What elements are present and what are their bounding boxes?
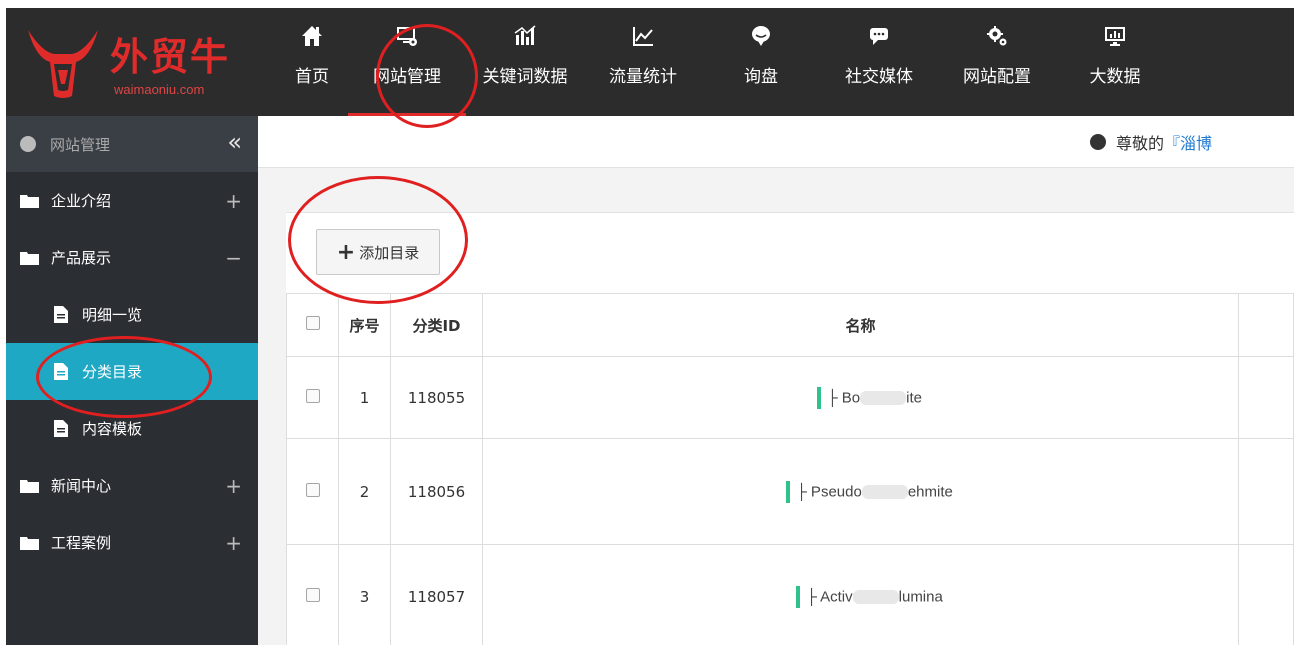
- document-icon: [54, 363, 68, 380]
- row-name[interactable]: ├ Pseudo ehmite: [482, 438, 1239, 545]
- user-group-icon: [20, 136, 36, 152]
- sidebar-item-label: 产品展示: [51, 249, 112, 267]
- line-chart-icon: [631, 24, 655, 48]
- redacted-text: [860, 390, 907, 405]
- row-index: 1: [338, 356, 391, 439]
- notice-prefix: 尊敬的: [1116, 134, 1165, 153]
- row-index: 2: [338, 438, 391, 545]
- sidebar-item-label: 新闻中心: [51, 477, 112, 495]
- select-all-checkbox[interactable]: [305, 316, 320, 330]
- sidebar-item-projects[interactable]: 工程案例 +: [6, 514, 258, 571]
- main-content: 尊敬的 『淄博 + 添加目录 序号 分类ID 名称 1 118055 ├ Bo …: [258, 116, 1294, 645]
- logo-subtitle: waimaoniu.com: [114, 82, 205, 97]
- top-bar: 外贸牛 waimaoniu.com 首页 网站管理 关键词数据 流量统计 询盘 …: [6, 8, 1294, 116]
- redacted-text: [852, 589, 899, 604]
- comment-icon: [867, 24, 891, 48]
- nav-keyword-data[interactable]: 关键词数据: [466, 8, 584, 116]
- sidebar-subitem-label: 分类目录: [82, 363, 143, 381]
- row-select-cell: [286, 544, 339, 645]
- info-icon: [1090, 134, 1106, 150]
- add-directory-label: 添加目录: [359, 243, 420, 262]
- table-row: 1 118055 ├ Bo ite: [286, 356, 1294, 439]
- row-extra: [1238, 438, 1294, 545]
- expand-icon[interactable]: +: [225, 531, 242, 555]
- category-table: 序号 分类ID 名称 1 118055 ├ Bo ite 2 118056 ├ P: [286, 293, 1294, 645]
- tree-indicator: [786, 480, 791, 503]
- row-index: 3: [338, 544, 391, 645]
- home-icon: [300, 24, 324, 48]
- column-index: 序号: [338, 293, 391, 357]
- logo-title: 外贸牛: [110, 35, 231, 79]
- table-row: 2 118056 ├ Pseudo ehmite: [286, 438, 1294, 545]
- sidebar: 网站管理 « 企业介绍 + 产品展示 − 明细一览 分类目录 内容模板 新闻中心…: [6, 116, 258, 645]
- chat-bubble-icon: [749, 24, 773, 48]
- gears-icon: [985, 24, 1009, 48]
- row-category-id: 118057: [390, 544, 483, 645]
- plus-icon: +: [336, 239, 356, 265]
- column-category-id: 分类ID: [390, 293, 483, 357]
- sidebar-item-company-intro[interactable]: 企业介绍 +: [6, 172, 258, 229]
- row-name[interactable]: ├ Bo ite: [482, 356, 1239, 439]
- row-category-id: 118056: [390, 438, 483, 545]
- row-select-cell: [286, 356, 339, 439]
- logo[interactable]: 外贸牛 waimaoniu.com: [6, 8, 258, 116]
- nav-traffic-stats[interactable]: 流量统计: [584, 8, 702, 116]
- document-icon: [54, 306, 68, 323]
- folder-icon: [20, 194, 39, 208]
- category-panel: + 添加目录 序号 分类ID 名称 1 118055 ├ Bo ite 2 11…: [286, 212, 1294, 645]
- sidebar-item-news-center[interactable]: 新闻中心 +: [6, 457, 258, 514]
- tree-indicator: [817, 386, 821, 409]
- sidebar-subitem-label: 明细一览: [82, 306, 143, 324]
- bull-logo-icon: [28, 30, 98, 98]
- sidebar-header: 网站管理 «: [6, 116, 258, 172]
- row-extra: [1238, 544, 1294, 645]
- row-checkbox[interactable]: [305, 388, 320, 403]
- select-all-cell: [286, 293, 339, 357]
- bar-chart-icon: [513, 24, 537, 48]
- nav-site-config[interactable]: 网站配置: [938, 8, 1056, 116]
- redacted-text: [861, 484, 908, 499]
- sidebar-subitem-content-template[interactable]: 内容模板: [6, 400, 258, 457]
- column-name: 名称: [482, 293, 1239, 357]
- sidebar-item-products[interactable]: 产品展示 −: [6, 229, 258, 286]
- table-row: 3 118057 ├ Activ lumina: [286, 544, 1294, 645]
- expand-icon[interactable]: +: [225, 189, 242, 213]
- add-directory-button[interactable]: + 添加目录: [316, 229, 440, 275]
- row-extra: [1238, 356, 1294, 439]
- nav-website-management[interactable]: 网站管理: [348, 8, 466, 116]
- row-name[interactable]: ├ Activ lumina: [482, 544, 1239, 645]
- sidebar-item-label: 工程案例: [51, 534, 112, 552]
- sidebar-subitem-label: 内容模板: [82, 420, 143, 438]
- screen-chart-icon: [1103, 24, 1127, 48]
- folder-icon: [20, 536, 39, 550]
- sidebar-item-label: 企业介绍: [51, 192, 112, 210]
- sidebar-subitem-category-directory[interactable]: 分类目录: [6, 343, 258, 400]
- nav-home[interactable]: 首页: [276, 8, 348, 116]
- table-header-row: 序号 分类ID 名称: [286, 293, 1294, 357]
- row-checkbox[interactable]: [305, 587, 320, 602]
- sidebar-subitem-detail-list[interactable]: 明细一览: [6, 286, 258, 343]
- monitor-gear-icon: [395, 24, 419, 48]
- row-category-id: 118055: [390, 356, 483, 439]
- row-select-cell: [286, 438, 339, 545]
- nav-inquiries[interactable]: 询盘: [702, 8, 820, 116]
- folder-icon: [20, 251, 39, 265]
- document-icon: [54, 420, 68, 437]
- column-extra: [1238, 293, 1294, 357]
- notice-bar: 尊敬的 『淄博: [258, 116, 1294, 168]
- app-window: 外贸牛 waimaoniu.com 首页 网站管理 关键词数据 流量统计 询盘 …: [6, 8, 1294, 645]
- row-checkbox[interactable]: [305, 482, 320, 497]
- nav-social-media[interactable]: 社交媒体: [820, 8, 938, 116]
- nav-big-data[interactable]: 大数据: [1056, 8, 1174, 116]
- folder-icon: [20, 479, 39, 493]
- welcome-notice: 尊敬的 『淄博: [1090, 130, 1212, 154]
- collapse-icon[interactable]: −: [225, 246, 242, 270]
- notice-company-name[interactable]: 『淄博: [1164, 130, 1212, 154]
- main-nav: 首页 网站管理 关键词数据 流量统计 询盘 社交媒体 网站配置 大数据: [276, 8, 1174, 116]
- sidebar-header-label: 网站管理: [50, 135, 111, 154]
- tree-indicator: [796, 585, 801, 608]
- collapse-sidebar-button[interactable]: «: [227, 128, 242, 156]
- expand-icon[interactable]: +: [225, 474, 242, 498]
